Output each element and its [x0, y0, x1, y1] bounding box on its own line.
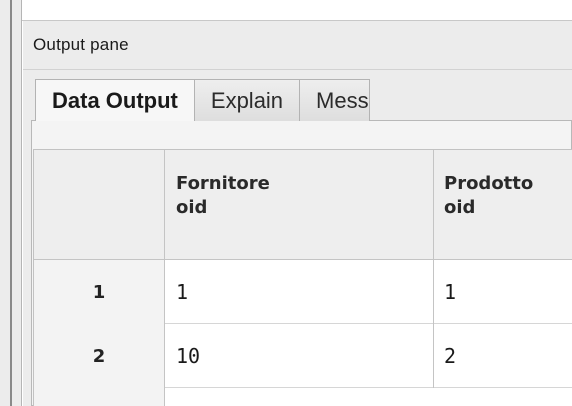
top-strip [22, 0, 572, 21]
column-header-fornitore[interactable]: Fornitore oid [176, 172, 270, 220]
column-name: Prodotto [444, 173, 534, 194]
table-cell[interactable]: 10 [176, 324, 200, 388]
output-tabs: Data Output Explain Mess [35, 79, 370, 121]
column-header-prodotto[interactable]: Prodotto oid [444, 172, 533, 220]
output-pane: Output pane Data Output Explain Mess For… [23, 21, 572, 406]
column-name: Fornitore [176, 173, 270, 194]
column-divider[interactable] [164, 150, 165, 406]
column-type: oid [444, 197, 476, 218]
window-splitter[interactable] [10, 0, 12, 406]
data-grid[interactable]: Fornitore oid Prodotto oid 1 1 1 2 10 2 [33, 149, 572, 406]
pane-title: Output pane [33, 35, 129, 54]
table-row[interactable]: 1 1 1 [34, 260, 572, 324]
row-number[interactable]: 2 [34, 324, 164, 388]
tab-explain[interactable]: Explain [194, 79, 301, 121]
column-type: oid [176, 197, 208, 218]
pane-title-divider [23, 69, 572, 70]
window-left-edge [0, 0, 22, 406]
table-cell[interactable]: 1 [176, 260, 188, 324]
row-number[interactable]: 1 [34, 260, 164, 324]
column-divider[interactable] [433, 150, 434, 388]
tab-data-output[interactable]: Data Output [35, 79, 195, 121]
table-cell[interactable]: 2 [444, 324, 456, 388]
grid-header-row: Fornitore oid Prodotto oid [34, 150, 572, 260]
table-row[interactable]: 2 10 2 [34, 324, 572, 388]
table-cell[interactable]: 1 [444, 260, 456, 324]
tab-messages[interactable]: Mess [300, 79, 370, 121]
